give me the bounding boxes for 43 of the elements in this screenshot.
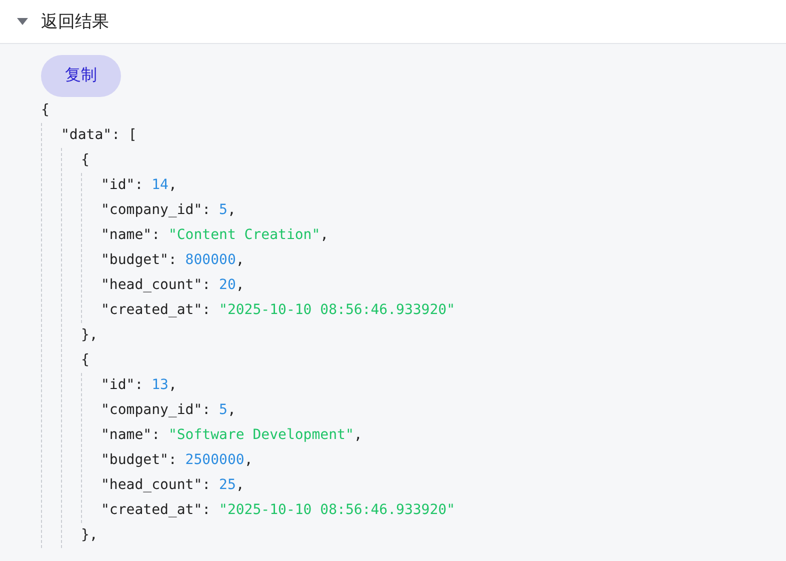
section-title: 返回结果 bbox=[41, 10, 109, 33]
code-text: , bbox=[354, 426, 362, 445]
code-text: , bbox=[236, 476, 244, 495]
code-text: , bbox=[236, 276, 244, 295]
json-number: 25 bbox=[219, 476, 236, 495]
code-text: "budget": bbox=[101, 451, 178, 470]
code-text: }, bbox=[81, 526, 98, 545]
json-string: "Content Creation" bbox=[168, 226, 320, 245]
code-text: "budget": bbox=[101, 251, 178, 270]
code-text: , bbox=[168, 176, 177, 195]
code-text: "name": bbox=[101, 426, 162, 445]
code-text: "name": bbox=[101, 226, 162, 245]
code-text: { bbox=[81, 351, 90, 370]
json-number: 20 bbox=[219, 276, 236, 295]
code-text: , bbox=[244, 451, 253, 470]
json-string: "Software Development" bbox=[168, 426, 354, 445]
code-text: "id": bbox=[101, 376, 144, 395]
code-text: "head_count": bbox=[101, 476, 212, 495]
code-text: }, bbox=[81, 326, 98, 345]
code-text: { bbox=[81, 151, 90, 170]
code-text: , bbox=[320, 226, 329, 245]
json-number: 5 bbox=[219, 401, 228, 420]
json-number: 800000 bbox=[185, 251, 236, 270]
json-number: 5 bbox=[219, 201, 228, 220]
code-text: "company_id": bbox=[101, 201, 212, 220]
copy-button[interactable]: 复制 bbox=[41, 55, 121, 97]
code-text: "data": [ bbox=[61, 126, 137, 145]
json-number: 14 bbox=[152, 176, 168, 195]
json-number: 13 bbox=[152, 376, 168, 395]
code-text: , bbox=[236, 251, 244, 270]
code-text: "created_at": bbox=[101, 301, 212, 320]
code-text: "company_id": bbox=[101, 401, 212, 420]
code-text: { bbox=[41, 101, 50, 120]
collapse-triangle-icon[interactable] bbox=[17, 18, 28, 26]
code-text: "created_at": bbox=[101, 501, 212, 520]
code-text: "id": bbox=[101, 176, 144, 195]
code-text: , bbox=[227, 401, 236, 420]
json-string: "2025-10-10 08:56:46.933920" bbox=[219, 501, 456, 520]
code-text: , bbox=[227, 201, 236, 220]
code-text: "head_count": bbox=[101, 276, 212, 295]
json-number: 2500000 bbox=[185, 451, 244, 470]
json-string: "2025-10-10 08:56:46.933920" bbox=[219, 301, 456, 320]
code-text: , bbox=[168, 376, 177, 395]
